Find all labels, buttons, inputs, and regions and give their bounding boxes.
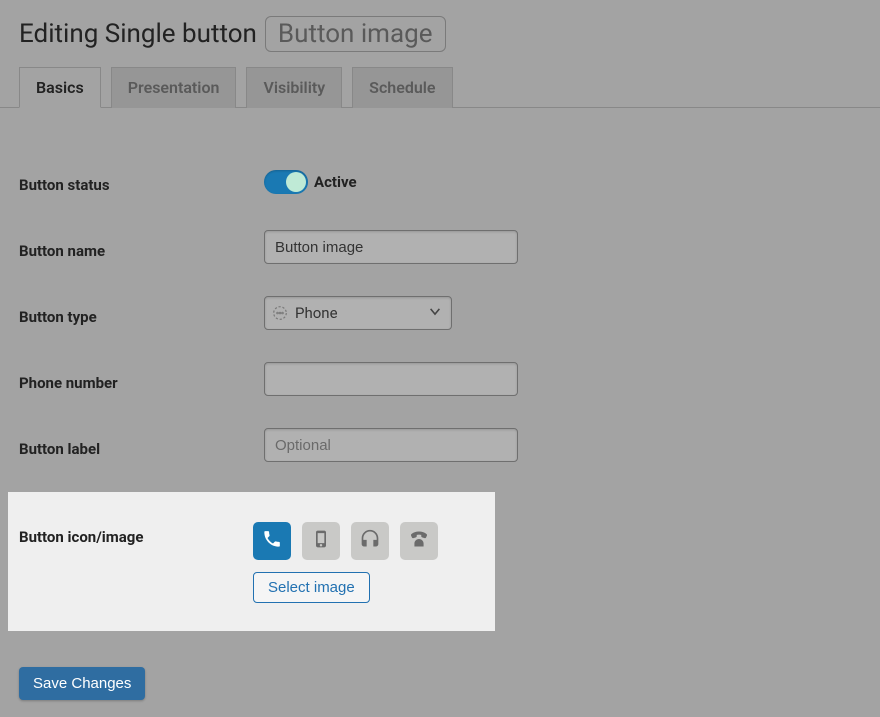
phone-number-input[interactable] <box>264 362 518 396</box>
icon-image-section: Button icon/image <box>8 492 495 631</box>
classic-phone-icon <box>409 529 429 553</box>
label-phone-number: Phone number <box>19 362 264 392</box>
label-button-name: Button name <box>19 230 264 260</box>
toggle-knob <box>286 172 306 192</box>
button-label-input[interactable] <box>264 428 518 462</box>
select-image-button[interactable]: Select image <box>253 572 370 603</box>
icon-option-headset[interactable] <box>351 522 389 560</box>
label-button-type: Button type <box>19 296 264 326</box>
phone-icon <box>262 529 282 553</box>
title-badge: Button image <box>265 16 446 52</box>
mobile-icon <box>311 529 331 553</box>
tab-presentation[interactable]: Presentation <box>111 67 237 108</box>
label-button-status: Button status <box>19 164 264 194</box>
tab-basics[interactable]: Basics <box>19 67 101 108</box>
page-title: Editing Single button <box>19 19 257 49</box>
status-toggle[interactable] <box>264 170 308 194</box>
button-type-select[interactable]: Phone <box>264 296 452 330</box>
save-changes-button[interactable]: Save Changes <box>19 667 145 700</box>
label-button-icon-image: Button icon/image <box>19 522 253 603</box>
headset-icon <box>360 529 380 553</box>
icon-option-classic-phone[interactable] <box>400 522 438 560</box>
tab-schedule[interactable]: Schedule <box>352 67 452 108</box>
icon-option-phone[interactable] <box>253 522 291 560</box>
icon-option-mobile[interactable] <box>302 522 340 560</box>
tab-bar: Basics Presentation Visibility Schedule <box>0 66 880 108</box>
label-button-label: Button label <box>19 428 264 458</box>
button-name-input[interactable] <box>264 230 518 264</box>
tab-visibility[interactable]: Visibility <box>246 67 342 108</box>
button-type-select-value: Phone <box>295 304 338 322</box>
status-toggle-text: Active <box>314 173 357 191</box>
